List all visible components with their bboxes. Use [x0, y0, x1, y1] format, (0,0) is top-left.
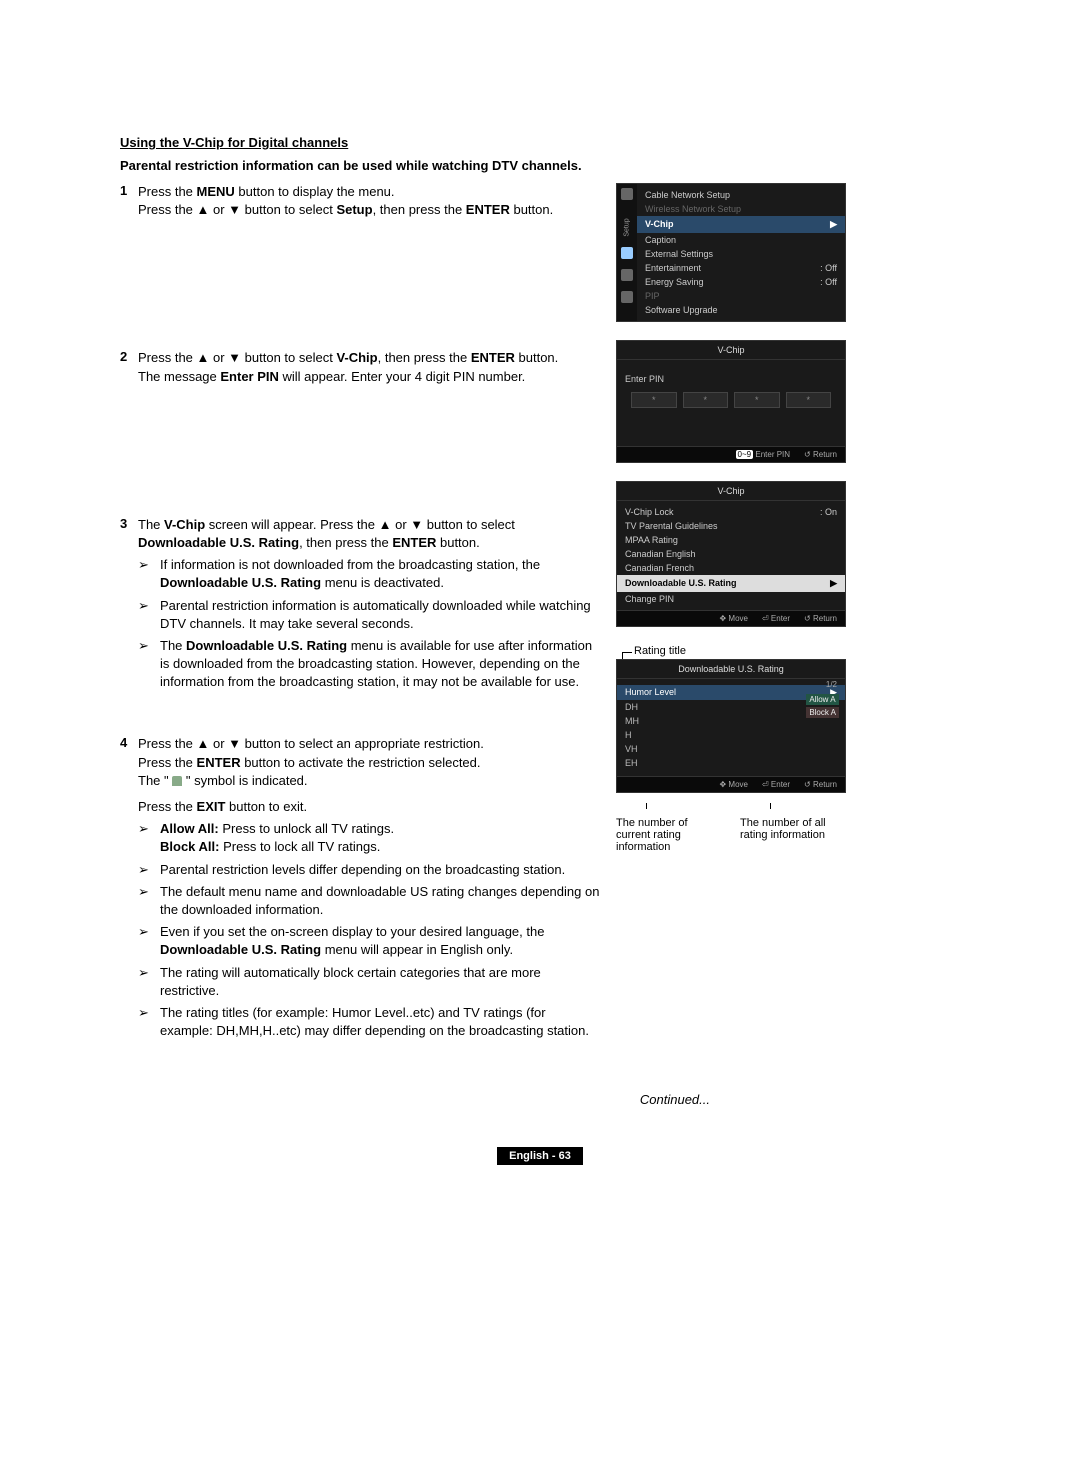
menu-item-selected: Downloadable U.S. Rating▶: [617, 575, 845, 592]
step-4: 4 Press the ▲ or ▼ button to select an a…: [120, 735, 600, 1044]
menu-item: PIP: [645, 289, 837, 303]
menu-item: External Settings: [645, 247, 837, 261]
menu-item: Caption: [645, 233, 837, 247]
bullet: ➢ The default menu name and downloadable…: [138, 883, 600, 919]
menu-item: TV Parental Guidelines: [625, 519, 837, 533]
menu-item: Energy Saving: Off: [645, 275, 837, 289]
page-number: English - 63: [497, 1147, 583, 1165]
enter-icon: ⏎: [762, 614, 769, 623]
menu-item-selected: V-Chip▶: [637, 216, 845, 233]
bullet: ➢ Allow All: Press to unlock all TV rati…: [138, 820, 600, 856]
step-1: 1 Press the MENU button to display the m…: [120, 183, 600, 219]
bullet-arrow-icon: ➢: [138, 820, 160, 856]
lock-icon: [172, 776, 182, 786]
panel-footer: ✥ Move ⏎ Enter ↺ Return: [617, 610, 845, 626]
bullet-arrow-icon: ➢: [138, 1004, 160, 1040]
step-3: 3 The V-Chip screen will appear. Press t…: [120, 516, 600, 696]
rating-title-callout: Rating title: [634, 645, 846, 657]
pin-input-group: * * * *: [625, 392, 837, 408]
downloadable-rating-panel: Downloadable U.S. Rating Humor Level▶ 1/…: [616, 659, 846, 793]
bullet-arrow-icon: ➢: [138, 556, 160, 592]
bullet: ➢ If information is not downloaded from …: [138, 556, 600, 592]
menu-item: Canadian English: [625, 547, 837, 561]
page-footer: English - 63: [120, 1147, 960, 1165]
rating-row: VH: [625, 742, 837, 756]
panel-footer: ✥ Move ⏎ Enter ↺ Return: [617, 776, 845, 792]
bullet: ➢ Parental restriction levels differ dep…: [138, 861, 600, 879]
menu-item: MPAA Rating: [625, 533, 837, 547]
step-2: 2 Press the ▲ or ▼ button to select V-Ch…: [120, 349, 600, 385]
bullet-arrow-icon: ➢: [138, 597, 160, 633]
chevron-right-icon: ▶: [830, 219, 837, 230]
step-text: Press the ▲ or ▼ button to select V-Chip…: [138, 349, 600, 385]
bullet: ➢ Even if you set the on-screen display …: [138, 923, 600, 959]
menu-item: Cable Network Setup: [645, 188, 837, 202]
pin-digit: *: [683, 392, 729, 408]
return-icon: ↺: [804, 450, 811, 459]
menu-item: Canadian French: [625, 561, 837, 575]
return-icon: ↺: [804, 780, 811, 789]
section-subheading: Parental restriction information can be …: [120, 158, 960, 173]
keypad-hint-icon: 0~9: [736, 450, 754, 459]
bullet: ➢ The rating will automatically block ce…: [138, 964, 600, 1000]
allow-tag: Allow A: [806, 694, 839, 705]
page-indicator: 1/2: [826, 680, 837, 689]
bullet: ➢ Parental restriction information is au…: [138, 597, 600, 633]
rating-row: H: [625, 728, 837, 742]
rating-row: MH: [625, 714, 837, 728]
block-tag: Block A: [806, 707, 839, 718]
rating-row: DH: [625, 700, 837, 714]
setup-panel: Setup Cable Network Setup Wireless Netwo…: [616, 183, 846, 322]
enter-pin-panel: V-Chip Enter PIN * * * * 0~9 Enter PIN ↺…: [616, 340, 846, 463]
setup-tab-label: Setup: [623, 218, 630, 236]
rating-tags: Allow A Block A: [806, 694, 839, 718]
bullet: ➢ The rating titles (for example: Humor …: [138, 1004, 600, 1040]
bullet-arrow-icon: ➢: [138, 964, 160, 1000]
bullet-arrow-icon: ➢: [138, 861, 160, 879]
step-number: 2: [120, 349, 138, 385]
step-number: 3: [120, 516, 138, 696]
vchip-menu-panel: V-Chip V-Chip Lock: On TV Parental Guide…: [616, 481, 846, 627]
rating-row: EH: [625, 756, 837, 770]
app-icon: [621, 291, 633, 303]
gear-icon: [621, 247, 633, 259]
sidebar-icons: Setup: [617, 184, 637, 321]
bullet-arrow-icon: ➢: [138, 883, 160, 919]
menu-item: Entertainment: Off: [645, 261, 837, 275]
instructions-column: 1 Press the MENU button to display the m…: [120, 183, 600, 1056]
panel-title: Downloadable U.S. Rating: [617, 660, 845, 679]
panel-footer: 0~9 Enter PIN ↺ Return: [617, 446, 845, 462]
screenshots-column: Setup Cable Network Setup Wireless Netwo…: [616, 183, 846, 1056]
enter-icon: ⏎: [762, 780, 769, 789]
chevron-right-icon: ▶: [830, 578, 837, 589]
pin-digit: *: [786, 392, 832, 408]
annotation-left: The number of current rating information: [616, 811, 722, 853]
bullet: ➢ The Downloadable U.S. Rating menu is a…: [138, 637, 600, 692]
pin-digit: *: [734, 392, 780, 408]
step-text: Press the ▲ or ▼ button to select an app…: [138, 735, 600, 1044]
menu-icon: [621, 188, 633, 200]
input-icon: [621, 269, 633, 281]
bullet-arrow-icon: ➢: [138, 637, 160, 692]
enter-pin-label: Enter PIN: [625, 374, 837, 384]
panel-title: V-Chip: [617, 341, 845, 360]
menu-item: Change PIN: [625, 592, 837, 606]
step-number: 1: [120, 183, 138, 219]
move-icon: ✥: [719, 780, 726, 789]
panel-title: V-Chip: [617, 482, 845, 501]
annotation-right: The number of all rating information: [740, 811, 846, 853]
callout-annotations: The number of current rating information…: [616, 811, 846, 853]
menu-item: Software Upgrade: [645, 303, 837, 317]
move-icon: ✥: [719, 614, 726, 623]
continued-note: Continued...: [120, 1092, 710, 1107]
step-number: 4: [120, 735, 138, 1044]
bullet-arrow-icon: ➢: [138, 923, 160, 959]
return-icon: ↺: [804, 614, 811, 623]
pin-digit: *: [631, 392, 677, 408]
menu-item: V-Chip Lock: On: [625, 505, 837, 519]
step-text: Press the MENU button to display the men…: [138, 183, 600, 219]
step-text: The V-Chip screen will appear. Press the…: [138, 516, 600, 696]
section-heading: Using the V-Chip for Digital channels: [120, 135, 960, 150]
menu-item: Wireless Network Setup: [645, 202, 837, 216]
